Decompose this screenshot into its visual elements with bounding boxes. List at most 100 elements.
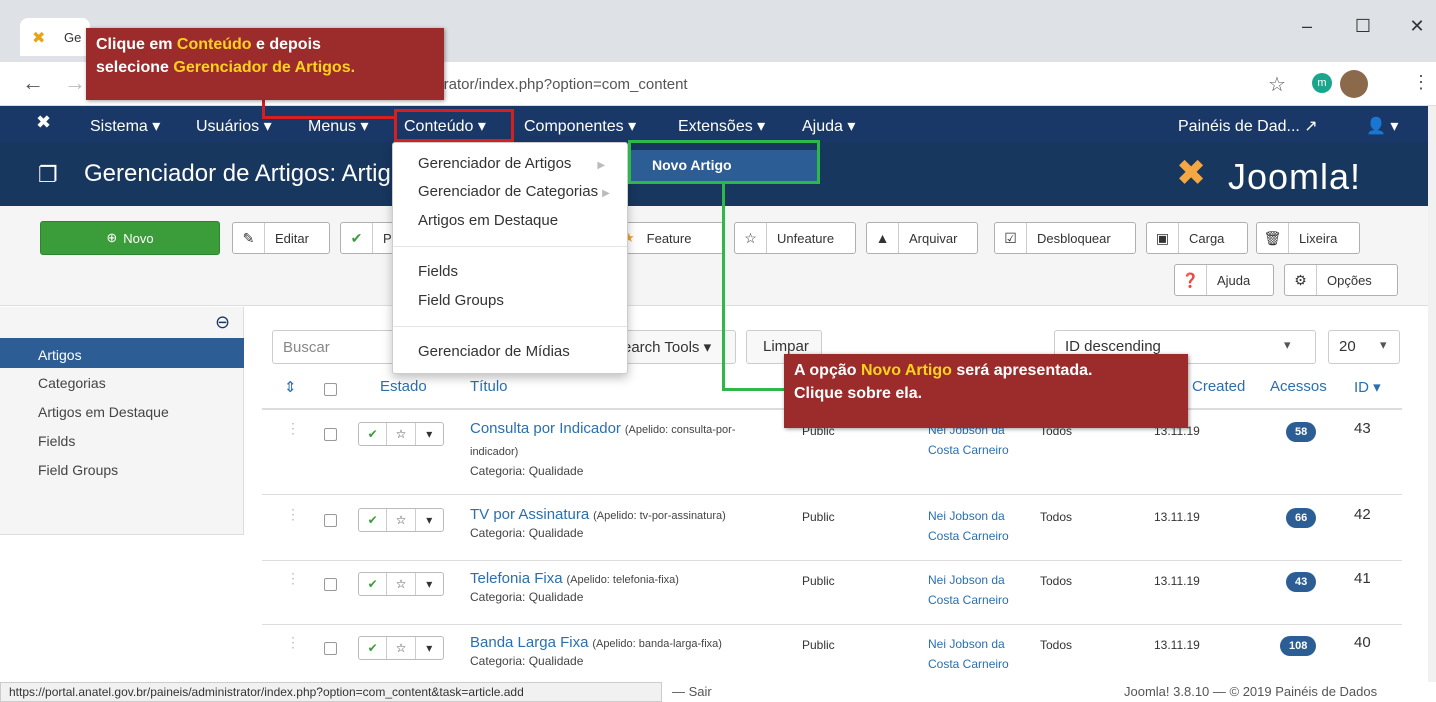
- actions-caret-icon[interactable]: ▾: [416, 573, 443, 595]
- menu-item-media-manager[interactable]: Gerenciador de Mídias: [418, 343, 570, 360]
- drag-handle-icon[interactable]: ⋮: [286, 420, 300, 437]
- language: Todos: [1040, 510, 1073, 524]
- joomla-nav-icon[interactable]: ✖: [36, 112, 51, 133]
- drag-handle-icon[interactable]: ⋮: [286, 570, 300, 587]
- author-link[interactable]: Nei Jobson da: [928, 506, 1005, 526]
- actions-caret-icon[interactable]: ▾: [416, 637, 443, 659]
- feature-button[interactable]: ★ Feature: [618, 222, 724, 254]
- article-title-link[interactable]: TV por Assinatura: [470, 506, 589, 523]
- archive-button[interactable]: ▲ Arquivar: [866, 222, 978, 254]
- featured-star-icon[interactable]: ☆: [387, 509, 416, 531]
- back-arrow-icon[interactable]: ←: [22, 70, 44, 96]
- instruction-callout-1: Clique em Conteúdo e depois selecione Ge…: [86, 28, 444, 100]
- drag-handle-icon[interactable]: ⋮: [286, 506, 300, 523]
- sidebar-item-field-groups[interactable]: Field Groups: [38, 462, 118, 478]
- page-scrollbar[interactable]: [1428, 106, 1436, 682]
- nav-paineis-link[interactable]: Painéis de Dad... ↗: [1178, 116, 1318, 136]
- col-title[interactable]: Título: [470, 378, 508, 395]
- author-link[interactable]: Costa Carneiro: [928, 440, 1009, 460]
- select-all-checkbox[interactable]: [324, 383, 337, 396]
- help-button[interactable]: ❓ Ajuda: [1174, 264, 1274, 296]
- published-check-icon[interactable]: ✔: [359, 573, 388, 595]
- author-link[interactable]: Costa Carneiro: [928, 526, 1009, 546]
- menu-item-category-manager[interactable]: Gerenciador de Categorias ▶: [418, 183, 610, 200]
- col-status[interactable]: Estado: [380, 378, 427, 395]
- browser-tab[interactable]: Ge: [20, 18, 90, 56]
- limit-select[interactable]: 20: [1328, 330, 1400, 364]
- sidebar-item-categorias[interactable]: Categorias: [38, 375, 106, 391]
- featured-star-icon[interactable]: ☆: [387, 573, 416, 595]
- author-link[interactable]: Nei Jobson da: [928, 570, 1005, 590]
- sidebar-item-artigos[interactable]: Artigos: [0, 338, 244, 368]
- published-check-icon[interactable]: ✔: [359, 637, 388, 659]
- unfeature-button[interactable]: ☆ Unfeature: [734, 222, 856, 254]
- featured-star-icon[interactable]: ☆: [387, 423, 416, 445]
- author-link[interactable]: Costa Carneiro: [928, 654, 1009, 674]
- col-id[interactable]: ID ▾: [1354, 378, 1381, 396]
- caret-down-icon: ▾: [1380, 337, 1387, 352]
- article-category: Categoria: Qualidade: [470, 654, 584, 668]
- row-checkbox[interactable]: [324, 642, 337, 655]
- new-button[interactable]: ⊕ Novo: [40, 221, 220, 255]
- nav-componentes[interactable]: Componentes ▾: [524, 116, 636, 136]
- menu-item-fields[interactable]: Fields: [418, 263, 458, 280]
- article-id: 42: [1354, 506, 1371, 523]
- close-window-button[interactable]: ✕: [1402, 16, 1432, 37]
- user-menu[interactable]: 👤 ▾: [1366, 116, 1398, 136]
- drag-handle-icon[interactable]: ⋮: [286, 634, 300, 651]
- col-hits[interactable]: Acessos: [1270, 378, 1327, 395]
- options-button[interactable]: ⚙ Opções: [1284, 264, 1398, 296]
- callout-highlight: Conteúdo: [176, 36, 252, 53]
- article-alias: (Apelido: consulta-por-: [624, 424, 736, 436]
- row-checkbox[interactable]: [324, 514, 337, 527]
- article-title-link[interactable]: Consulta por Indicador: [470, 420, 621, 437]
- published-check-icon[interactable]: ✔: [359, 509, 388, 531]
- access-level: Public: [802, 638, 835, 652]
- article-id: 43: [1354, 420, 1371, 437]
- publish-button[interactable]: ✔ P: [340, 222, 394, 254]
- trash-button[interactable]: 🗑 Lixeira: [1256, 222, 1360, 254]
- checkin-button[interactable]: ☑ Desbloquear: [994, 222, 1136, 254]
- menu-item-article-manager[interactable]: Gerenciador de Artigos ▶: [418, 155, 605, 172]
- row-checkbox[interactable]: [324, 578, 337, 591]
- profile-avatar[interactable]: [1340, 70, 1368, 98]
- article-title-link[interactable]: Banda Larga Fixa: [470, 634, 588, 651]
- sort-icon[interactable]: ⇕: [284, 378, 297, 396]
- nav-sistema[interactable]: Sistema ▾: [90, 116, 160, 136]
- nav-extensoes[interactable]: Extensões ▾: [678, 116, 765, 136]
- bookmark-star-icon[interactable]: ☆: [1268, 72, 1286, 97]
- sidebar-item-destaque[interactable]: Artigos em Destaque: [38, 404, 169, 420]
- actions-caret-icon[interactable]: ▾: [416, 509, 443, 531]
- url-field[interactable]: strator/index.php?option=com_content: [432, 76, 688, 93]
- collapse-sidebar-icon[interactable]: ⊖: [215, 312, 230, 333]
- extension-icon[interactable]: m: [1312, 73, 1332, 93]
- minimize-button[interactable]: –: [1292, 16, 1322, 37]
- published-check-icon[interactable]: ✔: [359, 423, 388, 445]
- author-link[interactable]: Costa Carneiro: [928, 590, 1009, 610]
- row-checkbox[interactable]: [324, 428, 337, 441]
- logout-link[interactable]: — Sair: [672, 684, 712, 699]
- checkbox-icon: ☑: [995, 223, 1027, 253]
- menu-item-field-groups[interactable]: Field Groups: [418, 292, 504, 309]
- col-created[interactable]: Created: [1192, 378, 1245, 395]
- question-icon: ❓: [1175, 265, 1207, 295]
- search-tools-button[interactable]: earch Tools ▾: [618, 330, 736, 364]
- featured-star-icon[interactable]: ☆: [387, 637, 416, 659]
- menu-item-featured[interactable]: Artigos em Destaque: [418, 212, 558, 229]
- article-alias: (Apelido: tv-por-assinatura): [593, 510, 726, 522]
- browser-menu-icon[interactable]: ⋮: [1412, 72, 1430, 93]
- archive-icon: ▲: [867, 223, 899, 253]
- page-title: Gerenciador de Artigos: Artig: [84, 160, 391, 187]
- nav-usuarios[interactable]: Usuários ▾: [196, 116, 272, 136]
- sidebar-item-fields[interactable]: Fields: [38, 433, 75, 449]
- batch-button[interactable]: ▣ Carga: [1146, 222, 1248, 254]
- maximize-button[interactable]: ☐: [1348, 16, 1378, 37]
- author-link[interactable]: Nei Jobson da: [928, 634, 1005, 654]
- nav-menus[interactable]: Menus ▾: [308, 116, 369, 136]
- forward-arrow-icon[interactable]: →: [64, 70, 86, 96]
- actions-caret-icon[interactable]: ▾: [416, 423, 443, 445]
- nav-ajuda[interactable]: Ajuda ▾: [802, 116, 855, 136]
- edit-button[interactable]: ✎ Editar: [232, 222, 330, 254]
- search-input[interactable]: Buscar: [272, 330, 402, 364]
- article-title-link[interactable]: Telefonia Fixa: [470, 570, 563, 587]
